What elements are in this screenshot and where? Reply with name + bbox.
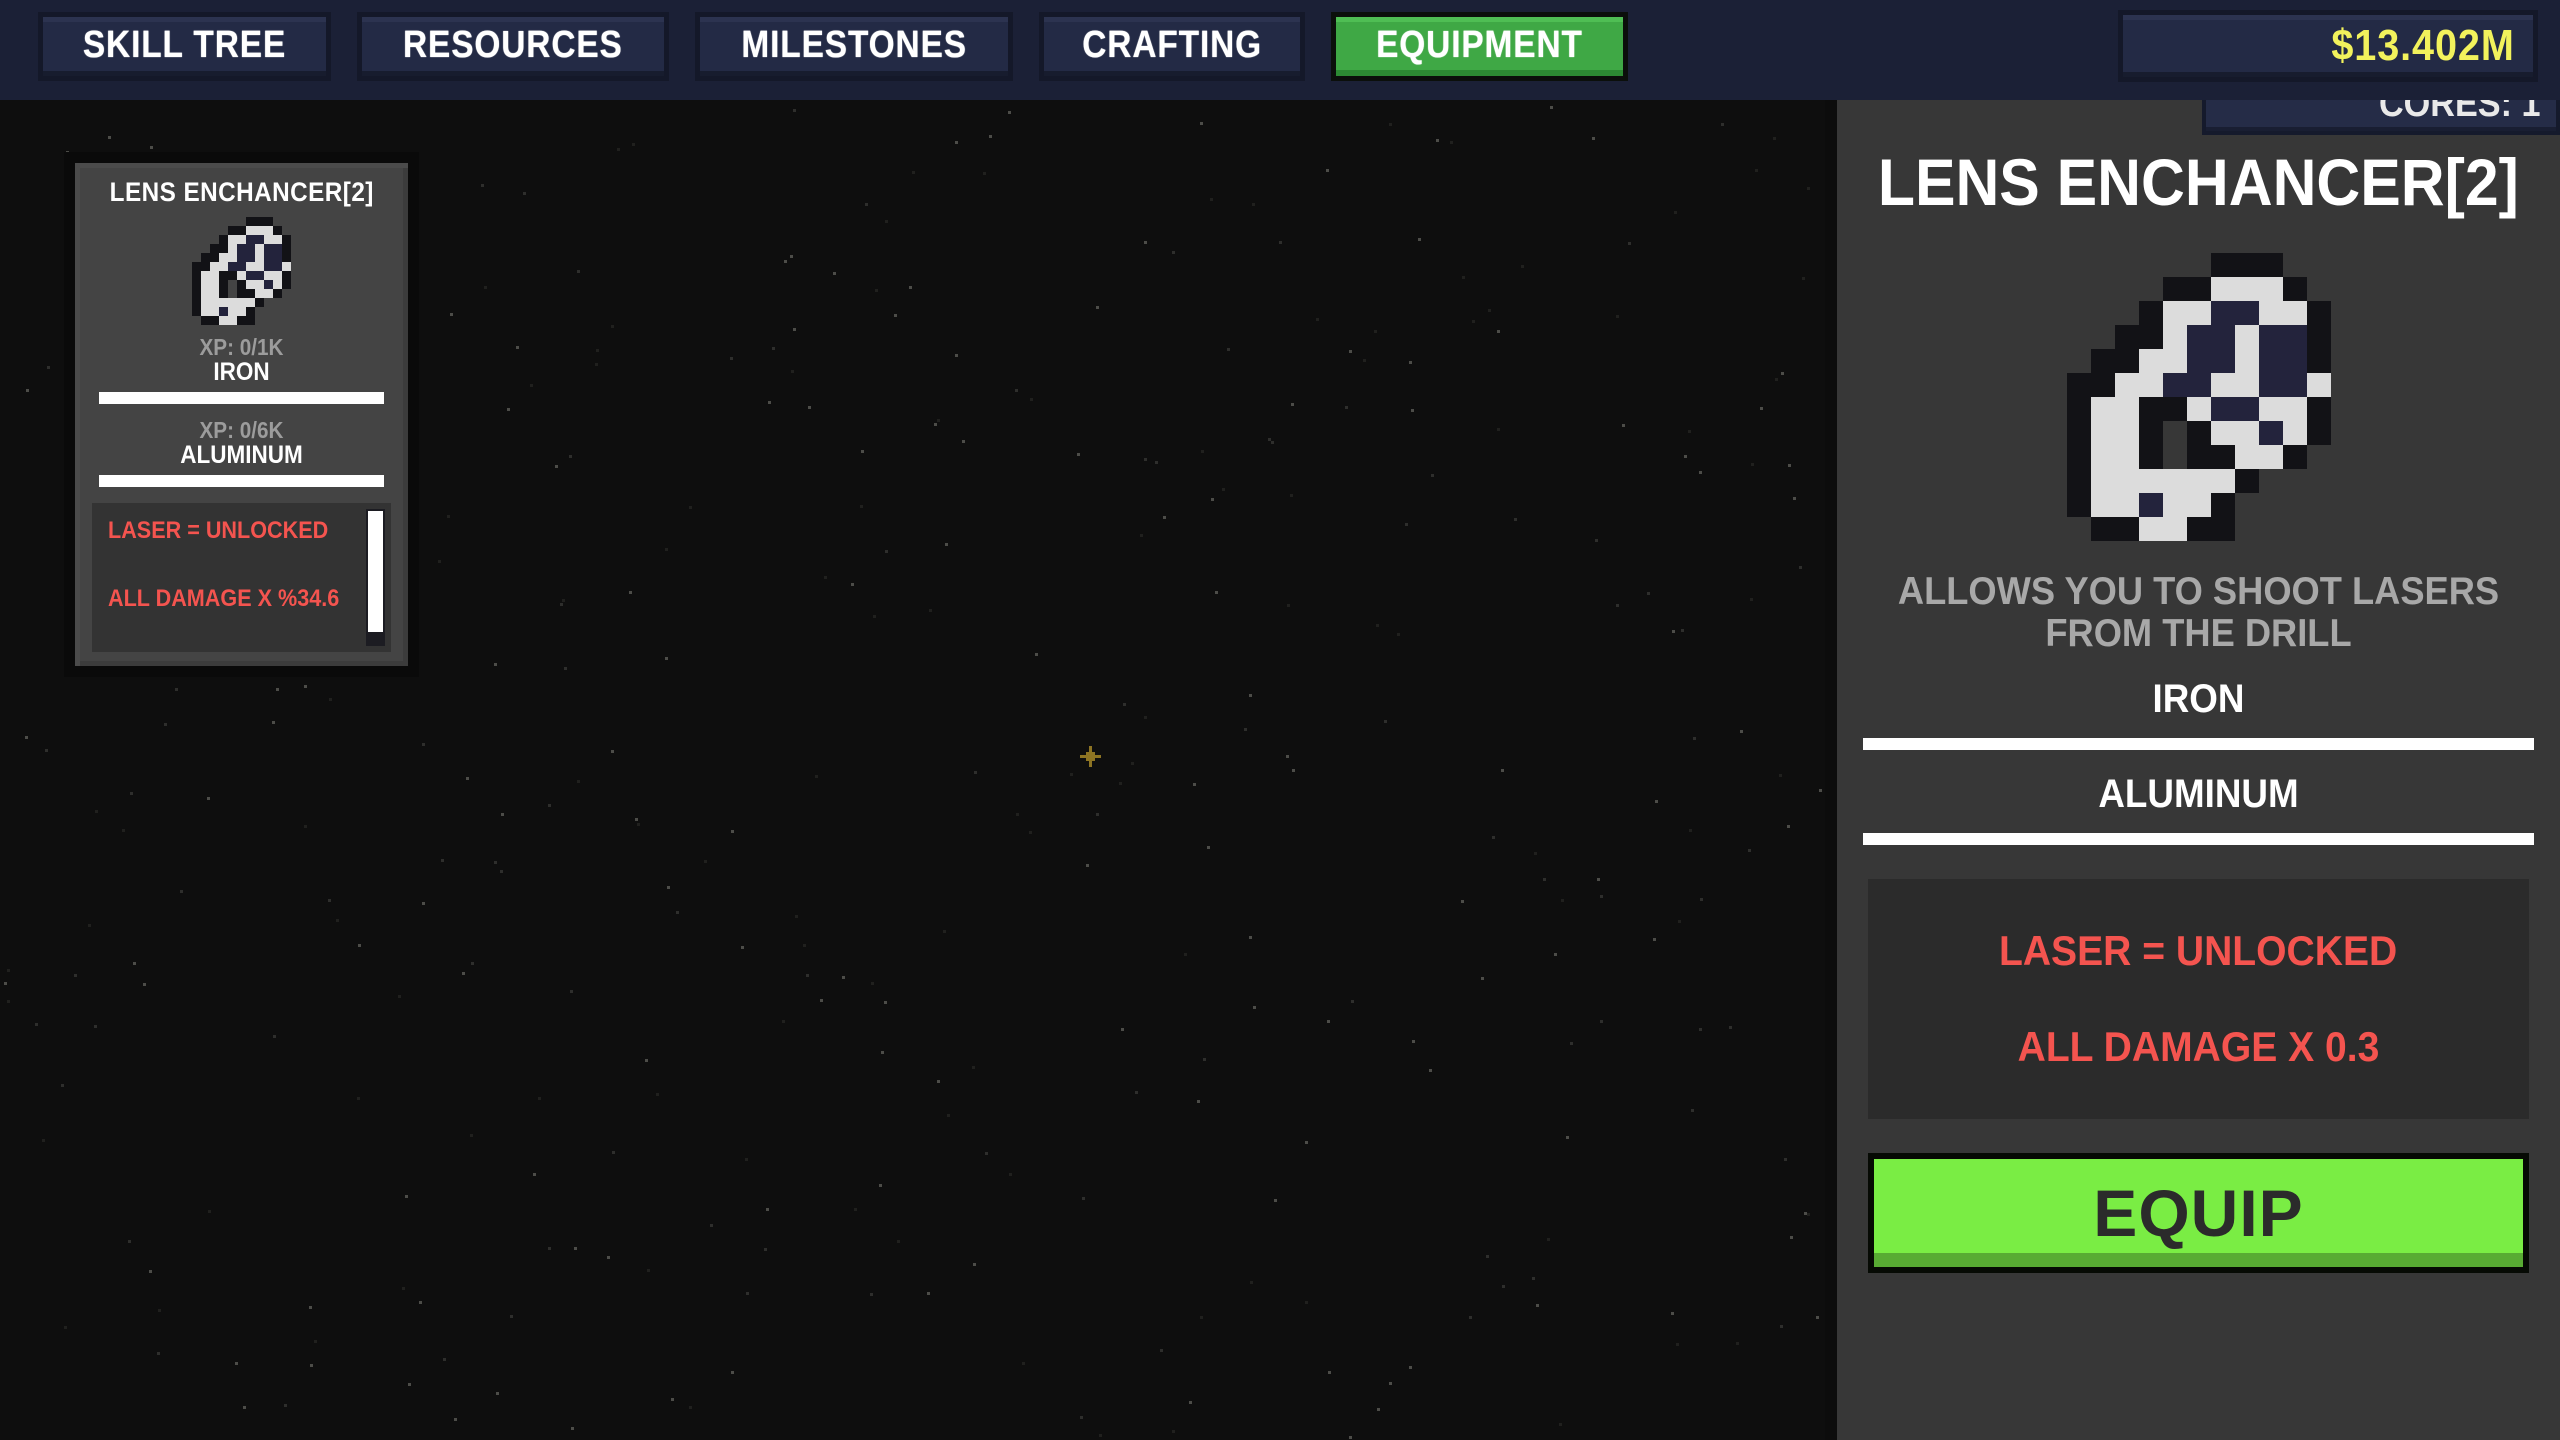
lens-enchancer-sprite	[192, 217, 291, 325]
detail-stat-laser: LASER = UNLOCKED	[1999, 927, 2398, 975]
top-navigation-bar: SKILL TREE RESOURCES MILESTONES CRAFTING EQU…	[0, 0, 2560, 100]
card-resource-name-iron: IRON	[213, 358, 270, 386]
card-stat-laser: LASER = UNLOCKED	[108, 517, 329, 544]
detail-description: ALLOWS YOU TO SHOOT LASERS FROM THE DRIL…	[1897, 570, 2500, 656]
item-detail-panel: CORES: 1 LENS ENCHANCER[2] ALLOWS YOU TO…	[1825, 73, 2560, 1440]
card-resource-name-aluminum: ALUMINUM	[180, 441, 303, 469]
card-stats-scroll-thumb[interactable]	[368, 511, 383, 632]
tab-label: EQUIPMENT	[1376, 24, 1584, 66]
card-resource-iron: XP: 0/1K IRON	[89, 334, 394, 404]
inventory-item-card[interactable]: LENS ENCHANCER[2] XP: 0/1K IRON XP: 0/6K…	[64, 152, 419, 677]
tab-label: MILESTONES	[741, 24, 967, 66]
detail-resource-aluminum: ALUMINUM	[1863, 772, 2534, 846]
tab-milestones[interactable]: MILESTONES	[694, 12, 1014, 81]
nav-tab-list: SKILL TREE RESOURCES MILESTONES CRAFTING EQU…	[38, 12, 1629, 81]
equip-button-label: EQUIP	[2093, 1176, 2304, 1251]
card-progress-bar-aluminum	[99, 475, 384, 487]
equip-button[interactable]: EQUIP	[1868, 1153, 2529, 1274]
card-stats-scrollbar[interactable]	[366, 509, 385, 646]
tab-label: RESOURCES	[402, 24, 623, 66]
detail-resource-name-iron: IRON	[2152, 677, 2245, 722]
card-stats-box: LASER = UNLOCKED ALL DAMAGE X %34.6	[92, 503, 391, 652]
card-progress-bar-iron	[99, 392, 384, 404]
money-value: $13.402M	[2331, 21, 2515, 70]
detail-resource-name-aluminum: ALUMINUM	[2098, 772, 2299, 817]
inventory-area: LENS ENCHANCER[2] XP: 0/1K IRON XP: 0/6K…	[0, 100, 1820, 1440]
tab-label: SKILL TREE	[82, 24, 287, 66]
tab-label: CRAFTING	[1082, 24, 1263, 66]
tab-equipment[interactable]: EQUIPMENT	[1331, 12, 1629, 81]
card-xp-aluminum: XP: 0/6K	[199, 417, 284, 443]
card-title: LENS ENCHANCER[2]	[109, 177, 374, 207]
lens-enchancer-sprite	[2066, 253, 2331, 541]
detail-progress-bar-aluminum	[1863, 833, 2534, 846]
detail-progress-bar-iron	[1863, 738, 2534, 751]
detail-stats-box: LASER = UNLOCKED ALL DAMAGE X 0.3	[1868, 879, 2529, 1120]
detail-resource-iron: IRON	[1863, 677, 2534, 751]
money-display: $13.402M	[2118, 10, 2538, 82]
tab-crafting[interactable]: CRAFTING	[1039, 12, 1306, 81]
card-xp-iron: XP: 0/1K	[199, 334, 284, 360]
detail-title: LENS ENCHANCER[2]	[1878, 145, 2519, 219]
detail-stat-damage: ALL DAMAGE X 0.3	[2017, 1023, 2380, 1071]
tab-resources[interactable]: RESOURCES	[357, 12, 669, 81]
tab-skill-tree[interactable]: SKILL TREE	[38, 12, 331, 81]
card-resource-aluminum: XP: 0/6K ALUMINUM	[89, 417, 394, 487]
card-stat-damage: ALL DAMAGE X %34.6	[108, 585, 340, 612]
